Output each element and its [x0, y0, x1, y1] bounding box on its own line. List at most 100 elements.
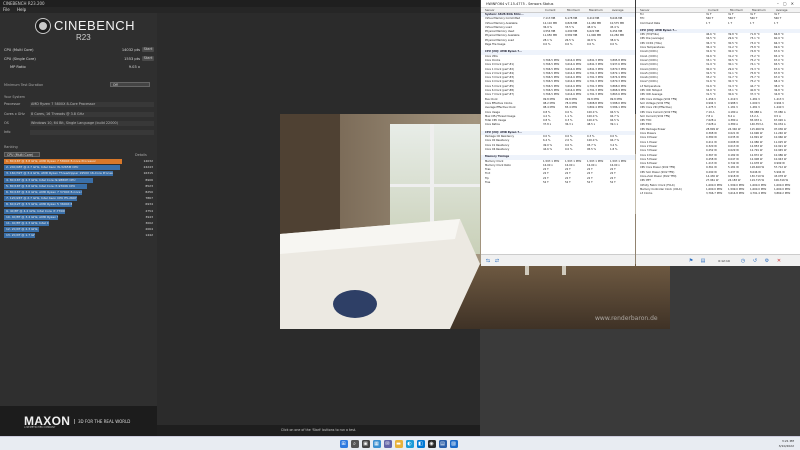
ranking-score: 2064	[145, 227, 153, 232]
window-controls[interactable]: –▢✕	[777, 0, 798, 8]
info-value: Windows 10, 64 Bit, Single Language (bui…	[30, 121, 154, 126]
ranking-entry[interactable]: 9. 4C/8T @ 4.2 GHz, Intel Core i7-7700K …	[4, 208, 66, 214]
ranking-entry[interactable]: 11. 4C/8T @ 2.3 GHz, Intel Core i7-4850H…	[4, 221, 49, 226]
sensor-row[interactable]: Page File Usage 0.0 % 0.0 % 0.0 % 0.0 %	[481, 43, 635, 47]
info-value: AMD Ryzen 7 5800X 8-Core Processor	[30, 102, 154, 107]
ranking-details-button[interactable]: Details	[135, 153, 147, 157]
widgets-icon[interactable]: ▦	[372, 440, 381, 448]
value-avg: 3,869.2 MHz	[774, 192, 791, 196]
sensor-row[interactable]: Core Ratios 37.8 x 36.3 x 48.5 x 39.1 x	[481, 123, 635, 127]
menu-file[interactable]: File	[3, 7, 10, 12]
ranking-entry[interactable]: 5. 8C/16T @ 3.6 GHz, Intel Core i7-9700K…	[4, 183, 87, 189]
reset-icon[interactable]: ↺	[752, 258, 758, 264]
ranking-entry[interactable]: 4. 8C/16T @ 2.3 GHz, Intel Core i9-9880H…	[4, 177, 93, 183]
system-clock[interactable]: 3:21 PM 3/10/2022	[779, 439, 794, 448]
hwinfo-title: HWiNFO64 v7.15-4775 - Sensors Status	[481, 0, 635, 8]
value-min: 52 T	[565, 180, 571, 184]
task-view-icon[interactable]: ▣	[361, 440, 370, 448]
value-max: 4,791.4 MHz	[750, 192, 767, 196]
hwinfo-window-right: –▢✕ Sensor Current Minimum Maximum Avera…	[636, 0, 800, 266]
info-value[interactable]	[30, 130, 154, 135]
value-current: 44.6 %	[543, 147, 553, 151]
cinebench-sidebar: CINEBENCH R23 CPU (Multi Core) 14032 pts…	[0, 13, 157, 436]
desktop: CINEBENCH R23.200 File Help CINEBENCH R2…	[0, 0, 800, 450]
nav-left-icon[interactable]: ⇆	[485, 258, 491, 264]
cinebench-title: CINEBENCH R23.200	[0, 0, 480, 7]
hwinfo-left-table: System: ASUS ROG Strix... Virtual Memory …	[481, 13, 635, 185]
elapsed-time: 0:12:19	[718, 259, 730, 263]
network-icon[interactable]: ⚑	[688, 258, 694, 264]
system-processor: Processor AMD Ryzen 7 5800X 8-Core Proce…	[4, 102, 154, 107]
value-min: 0.0 %	[565, 147, 573, 151]
maxon-subtitle: A NEMETSCHEK COMPANY	[24, 426, 56, 429]
taskbar: ⊞ ⌕ ▣ ▦ ✉ ▬ ◐ ◧ ◉ ▤ ▨ 3:21 PM 3/10/2022	[0, 436, 800, 450]
hwinfo-right-titlebar	[636, 0, 800, 8]
photos-icon[interactable]: ▨	[449, 440, 458, 448]
ranking-entry[interactable]: 10. 4C/8T @ 3.4 GHz, AMD Ryzen Threadrip…	[4, 214, 59, 220]
edge-icon[interactable]: ◐	[405, 440, 414, 448]
info-label: Info	[4, 130, 11, 134]
ranking-entry[interactable]: 3. 16C/32T @ 3.4 GHz, AMD Ryzen Threadri…	[4, 171, 113, 177]
sensor-row[interactable]: Command Rate 1 T 1 T 1 T 1 T	[636, 22, 800, 26]
ranking-entry[interactable]: 12. 2C/4T @ 2.3 GHz, Intel Core i5-5300U…	[4, 227, 40, 233]
value-max: 1 T	[750, 21, 755, 25]
info-label: Processor	[4, 102, 21, 106]
sensor-name: Core Ratios	[485, 123, 500, 127]
ranking-score: 3002	[145, 221, 153, 225]
value-avg: 39.1 x	[610, 123, 619, 127]
settings-icon[interactable]: ⚙	[764, 258, 770, 264]
ranking-score: 14032	[143, 159, 153, 163]
sensor-row[interactable]: L3 Clocks 3,766.7 MHz 3,614.8 MHz 4,791.4 M…	[636, 192, 800, 196]
ranking-entry[interactable]: 6. 8C/16T @ 3.6 GHz, AMD Ryzen 7 3700X 8…	[4, 190, 82, 195]
ranking-entry[interactable]: 8. 6C/12T @ 3.5 GHz, AMD Ryzen 5 3600X 6…	[4, 202, 73, 208]
ranking-dropdown[interactable]: CPU (Multi Core)	[4, 152, 40, 157]
system-cores: Cores x GHz 8 Cores, 16 Threads @ 3.8 GH…	[4, 112, 154, 117]
explorer-icon[interactable]: ▬	[394, 440, 403, 448]
min-test-label: Minimum Test Duration	[4, 83, 44, 87]
start-icon[interactable]: ⊞	[339, 440, 348, 448]
chat-icon[interactable]: ✉	[383, 440, 392, 448]
render-watermark: www.renderbaron.de	[595, 315, 658, 322]
ranking-entry[interactable]: 7. 12C/24T @ 2.7 GHz, Intel Xeon CPU E5-…	[4, 196, 78, 202]
sensor-row[interactable]: Core C6 Residency 44.6 % 0.0 % 95.5 % 1.8 %	[481, 148, 635, 152]
maxon-footer: MAXON A NEMETSCHEK COMPANY 3D FOR THE RE…	[0, 406, 157, 436]
your-system-label: Your System	[4, 95, 25, 99]
report-icon[interactable]: ▤	[700, 258, 706, 264]
ranking-entry[interactable]: 13. 2C/4T @ 1.7 GHz, Intel Core i5-4250U…	[4, 233, 35, 239]
clock-date: 3/10/2022	[778, 443, 794, 448]
menu-help[interactable]: Help	[17, 7, 26, 12]
hwinfo-icon[interactable]: ▤	[438, 440, 447, 448]
value-min: 1 T	[728, 21, 733, 25]
nav-right-icon[interactable]: ⇄	[494, 258, 500, 264]
value-current: 52 T	[543, 180, 549, 184]
ranking-label: Ranking	[4, 145, 18, 149]
ranking-score: 6934	[145, 202, 153, 207]
start-multi-button[interactable]: Start	[142, 47, 154, 52]
cinebench-status: Click on one of the 'Start' buttons to r…	[157, 425, 480, 436]
value-min: 3,614.8 MHz	[728, 192, 745, 196]
clock-icon[interactable]: ◷	[740, 258, 746, 264]
ranking-score: 8523	[145, 183, 153, 188]
score-value: 14032 pts	[121, 48, 140, 52]
value-current: 3,766.7 MHz	[706, 192, 723, 196]
ranking-entry[interactable]: 2. 24C/48T @ 2.7 GHz, Intel Xeon W-3265M…	[4, 165, 120, 171]
min-test-dropdown[interactable]: Off	[110, 82, 150, 87]
value-current: 37.8 x	[543, 123, 552, 127]
sensor-name: L3 Clocks	[640, 192, 653, 196]
cinebench-icon[interactable]: ◉	[427, 440, 436, 448]
start-single-button[interactable]: Start	[142, 56, 154, 61]
value-max: 48.5 x	[587, 123, 596, 127]
close-icon[interactable]: ✕	[776, 258, 782, 264]
value-min: 0.0 %	[565, 43, 573, 47]
hwinfo-right-table: Tcc 3x T 3x T 3x T 3x T Trfc 560 T 560 T 560 T 56…	[636, 13, 800, 196]
sensor-row[interactable]: Tras 52 T 52 T 52 T 52 T	[481, 181, 635, 185]
ranking-score: 8906	[145, 177, 153, 182]
sensor-name: Core C6 Residency	[485, 147, 510, 151]
logo-version: R23	[76, 33, 91, 42]
search-icon[interactable]: ⌕	[350, 440, 359, 448]
system-os: OS Windows 10, 64 Bit, Single Language (…	[4, 121, 154, 126]
hwinfo-right-footer: ⚑ ▤ 0:12:19 ◷ ↺ ⚙ ✕	[636, 254, 800, 266]
ranking-entry[interactable]: 1. 8C/16T @ 3.8 GHz, AMD Ryzen 7 5800X 8…	[4, 159, 122, 164]
store-icon[interactable]: ◧	[416, 440, 425, 448]
score-mp-ratio: MP Ratio 9.03 x	[4, 64, 154, 70]
